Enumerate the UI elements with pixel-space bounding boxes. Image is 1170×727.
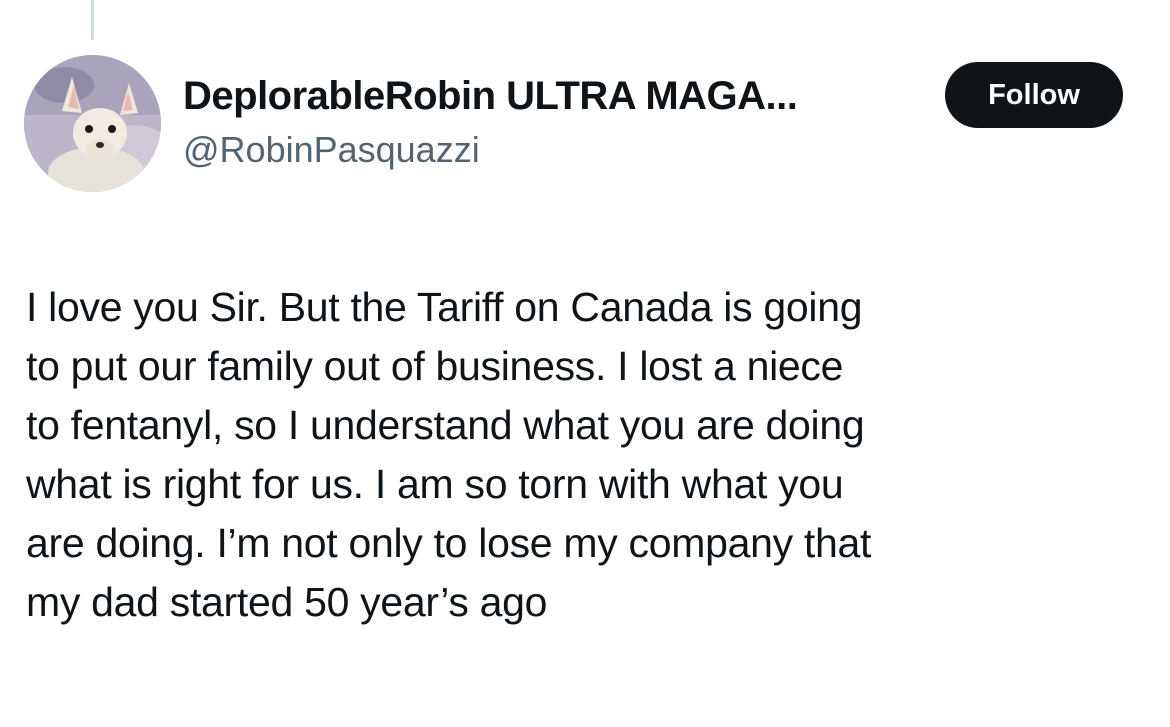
post-line: are doing. I’m not only to lose my compa…: [26, 520, 872, 566]
post-body: I love you Sir. But the Tariff on Canada…: [26, 278, 1156, 632]
post-line: to fentanyl, so I understand what you ar…: [26, 402, 865, 448]
post-line: I love you Sir. But the Tariff on Canada…: [26, 284, 863, 330]
chihuahua-avatar-icon: [24, 55, 161, 192]
post-line: to put our family out of business. I los…: [26, 343, 844, 389]
author-handle[interactable]: @RobinPasquazzi: [183, 128, 480, 172]
author-avatar[interactable]: [24, 55, 161, 192]
thread-connector-line: [91, 0, 94, 40]
post-line: what is right for us. I am so torn with …: [26, 461, 844, 507]
author-display-name[interactable]: DeplorableRobin ULTRA MAGA...: [183, 72, 798, 120]
follow-button[interactable]: Follow: [945, 62, 1123, 128]
post-line: my dad started 50 year’s ago: [26, 579, 548, 625]
